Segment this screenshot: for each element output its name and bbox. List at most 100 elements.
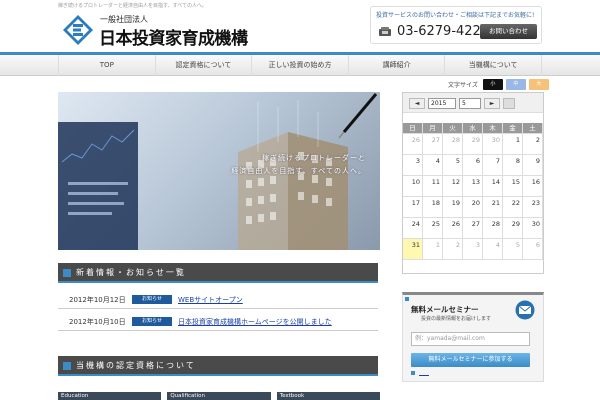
calendar-day[interactable]: 5	[503, 239, 523, 260]
calendar-day[interactable]: 22	[503, 197, 523, 218]
calendar-day[interactable]: 26	[403, 134, 423, 155]
calendar-day[interactable]: 13	[463, 176, 483, 197]
news-item: 2012年10月10日 お知らせ 日本投資家育成機構ホームページを公開しました	[58, 313, 378, 331]
calendar-day[interactable]: 15	[503, 176, 523, 197]
hero-line-2: 経済自由人を目指す、すべての人へ。	[231, 167, 366, 175]
calendar-grid: 日月火水木金土 26 27 28 29 30 1 2 3 4 5 6 7 8 9 10 11 12 13 14 15 16…	[403, 123, 543, 260]
hero-line-1: 稼ぎ続けるプロトレーダーと	[262, 154, 366, 162]
calendar-day[interactable]: 9	[523, 155, 543, 176]
calendar-day[interactable]: 19	[443, 197, 463, 218]
calendar-day[interactable]: 30	[483, 134, 503, 155]
feature-cards: Education Qualification Textbook	[58, 392, 380, 400]
calendar-day[interactable]: 29	[503, 218, 523, 239]
calendar-month-select[interactable]: 5	[459, 98, 481, 109]
nav-item-qualification[interactable]: 認定資格について	[154, 55, 252, 76]
calendar-day[interactable]: 1	[423, 239, 443, 260]
calendar-widget: ◄ 2015 5 ► 日月火水木金土 26 27 28 29 30 1 2 3 4 5 6 7 8 9 10 1…	[402, 92, 544, 274]
calendar-day-today[interactable]: 31	[403, 239, 423, 260]
card-education[interactable]: Education	[58, 392, 162, 400]
news-title-link[interactable]: WEBサイトオープン	[178, 295, 243, 305]
phone-icon	[379, 27, 391, 36]
calendar-dow-label: 日	[403, 123, 423, 134]
calendar-day[interactable]: 7	[483, 155, 503, 176]
hero-message: 稼ぎ続けるプロトレーダーと 経済自由人を目指す、すべての人へ。	[231, 152, 366, 178]
calendar-day[interactable]: 12	[443, 176, 463, 197]
calendar-day[interactable]: 4	[423, 155, 443, 176]
calendar-day[interactable]: 3	[403, 155, 423, 176]
calendar-day[interactable]: 27	[463, 218, 483, 239]
card-textbook[interactable]: Textbook	[276, 392, 380, 400]
calendar-day[interactable]: 2	[523, 134, 543, 155]
font-size-medium-button[interactable]: 中	[505, 79, 526, 90]
calendar-day[interactable]: 25	[423, 218, 443, 239]
square-bullet-icon	[405, 297, 409, 301]
font-size-large-button[interactable]: 大	[528, 79, 549, 90]
calendar-day[interactable]: 18	[423, 197, 443, 218]
nav-item-about[interactable]: 当機構について	[444, 55, 542, 76]
square-bullet-icon	[411, 371, 415, 375]
calendar-blank-button[interactable]	[503, 98, 515, 109]
qualification-section-title: 当機構の認定資格について	[76, 361, 196, 370]
calendar-day[interactable]: 28	[483, 218, 503, 239]
global-nav: TOP 認定資格について 正しい投資の始め方 講師紹介 当機構について	[0, 52, 600, 76]
news-item: 2012年10月12日 お知らせ WEBサイトオープン	[58, 291, 378, 309]
calendar-next-button[interactable]: ►	[484, 98, 500, 109]
qualification-section-header: 当機構の認定資格について	[58, 356, 378, 376]
seminar-link[interactable]	[419, 374, 429, 376]
calendar-day[interactable]: 4	[483, 239, 503, 260]
seminar-title: 無料メールセミナー	[411, 305, 479, 314]
phone-number: 03-6279-4228	[397, 24, 490, 39]
calendar-prev-button[interactable]: ◄	[409, 98, 425, 109]
logo-icon[interactable]	[62, 14, 94, 46]
email-input[interactable]: 例：yamada@mail.com	[411, 332, 530, 346]
calendar-day[interactable]: 29	[463, 134, 483, 155]
calendar-day[interactable]: 17	[403, 197, 423, 218]
calendar-day[interactable]: 23	[523, 197, 543, 218]
calendar-day[interactable]: 20	[463, 197, 483, 218]
calendar-day[interactable]: 27	[423, 134, 443, 155]
news-date: 2012年10月12日	[69, 296, 126, 304]
contact-button[interactable]: お問い合わせ	[480, 24, 537, 39]
email-seminar-box: 無料メールセミナー 投資の最新情報をお届けします 例：yamada@mail.c…	[402, 292, 544, 382]
nav-item-instructors[interactable]: 講師紹介	[347, 55, 445, 76]
contact-box: 投資サービスのお問い合わせ・ご相談は下記までお気軽に! 03-6279-4228…	[370, 6, 542, 44]
font-size-switcher: 文字サイズ 小 中 大	[448, 79, 549, 90]
calendar-dow-label: 月	[423, 123, 443, 134]
calendar-day[interactable]: 16	[523, 176, 543, 197]
news-date: 2012年10月10日	[69, 318, 126, 326]
calendar-dow-label: 水	[463, 123, 483, 134]
news-category-badge[interactable]: お知らせ	[132, 317, 172, 326]
calendar-dow-label: 木	[483, 123, 503, 134]
calendar-day[interactable]: 30	[523, 218, 543, 239]
calendar-day[interactable]: 24	[403, 218, 423, 239]
calendar-day[interactable]: 8	[503, 155, 523, 176]
news-title-link[interactable]: 日本投資家育成機構ホームページを公開しました	[178, 317, 332, 327]
calendar-day[interactable]: 6	[463, 155, 483, 176]
square-bullet-icon	[63, 269, 71, 277]
calendar-day[interactable]: 5	[443, 155, 463, 176]
calendar-day[interactable]: 2	[443, 239, 463, 260]
calendar-day[interactable]: 28	[443, 134, 463, 155]
org-name[interactable]: 日本投資家育成機構	[99, 24, 248, 49]
calendar-header: ◄ 2015 5 ►	[403, 93, 543, 113]
join-seminar-button[interactable]: 無料メールセミナーに参加する	[411, 353, 530, 367]
news-category-badge[interactable]: お知らせ	[132, 295, 172, 304]
calendar-day[interactable]: 10	[403, 176, 423, 197]
nav-item-getting-started[interactable]: 正しい投資の始め方	[251, 55, 348, 76]
font-size-small-button[interactable]: 小	[482, 79, 503, 90]
hero-banner: 稼ぎ続けるプロトレーダーと 経済自由人を目指す、すべての人へ。	[58, 92, 380, 250]
calendar-day[interactable]: 14	[483, 176, 503, 197]
calendar-day[interactable]: 11	[423, 176, 443, 197]
calendar-dow-label: 金	[503, 123, 523, 134]
calendar-day[interactable]: 1	[503, 134, 523, 155]
nav-item-top[interactable]: TOP	[58, 55, 155, 76]
calendar-day[interactable]: 6	[523, 239, 543, 260]
font-size-label: 文字サイズ	[448, 82, 478, 89]
calendar-day[interactable]: 26	[443, 218, 463, 239]
card-qualification[interactable]: Qualification	[167, 392, 271, 400]
square-bullet-icon	[63, 362, 71, 370]
calendar-day[interactable]: 3	[463, 239, 483, 260]
seminar-subtitle: 投資の最新情報をお届けします	[421, 316, 492, 322]
calendar-day[interactable]: 21	[483, 197, 503, 218]
calendar-year-select[interactable]: 2015	[428, 98, 456, 109]
